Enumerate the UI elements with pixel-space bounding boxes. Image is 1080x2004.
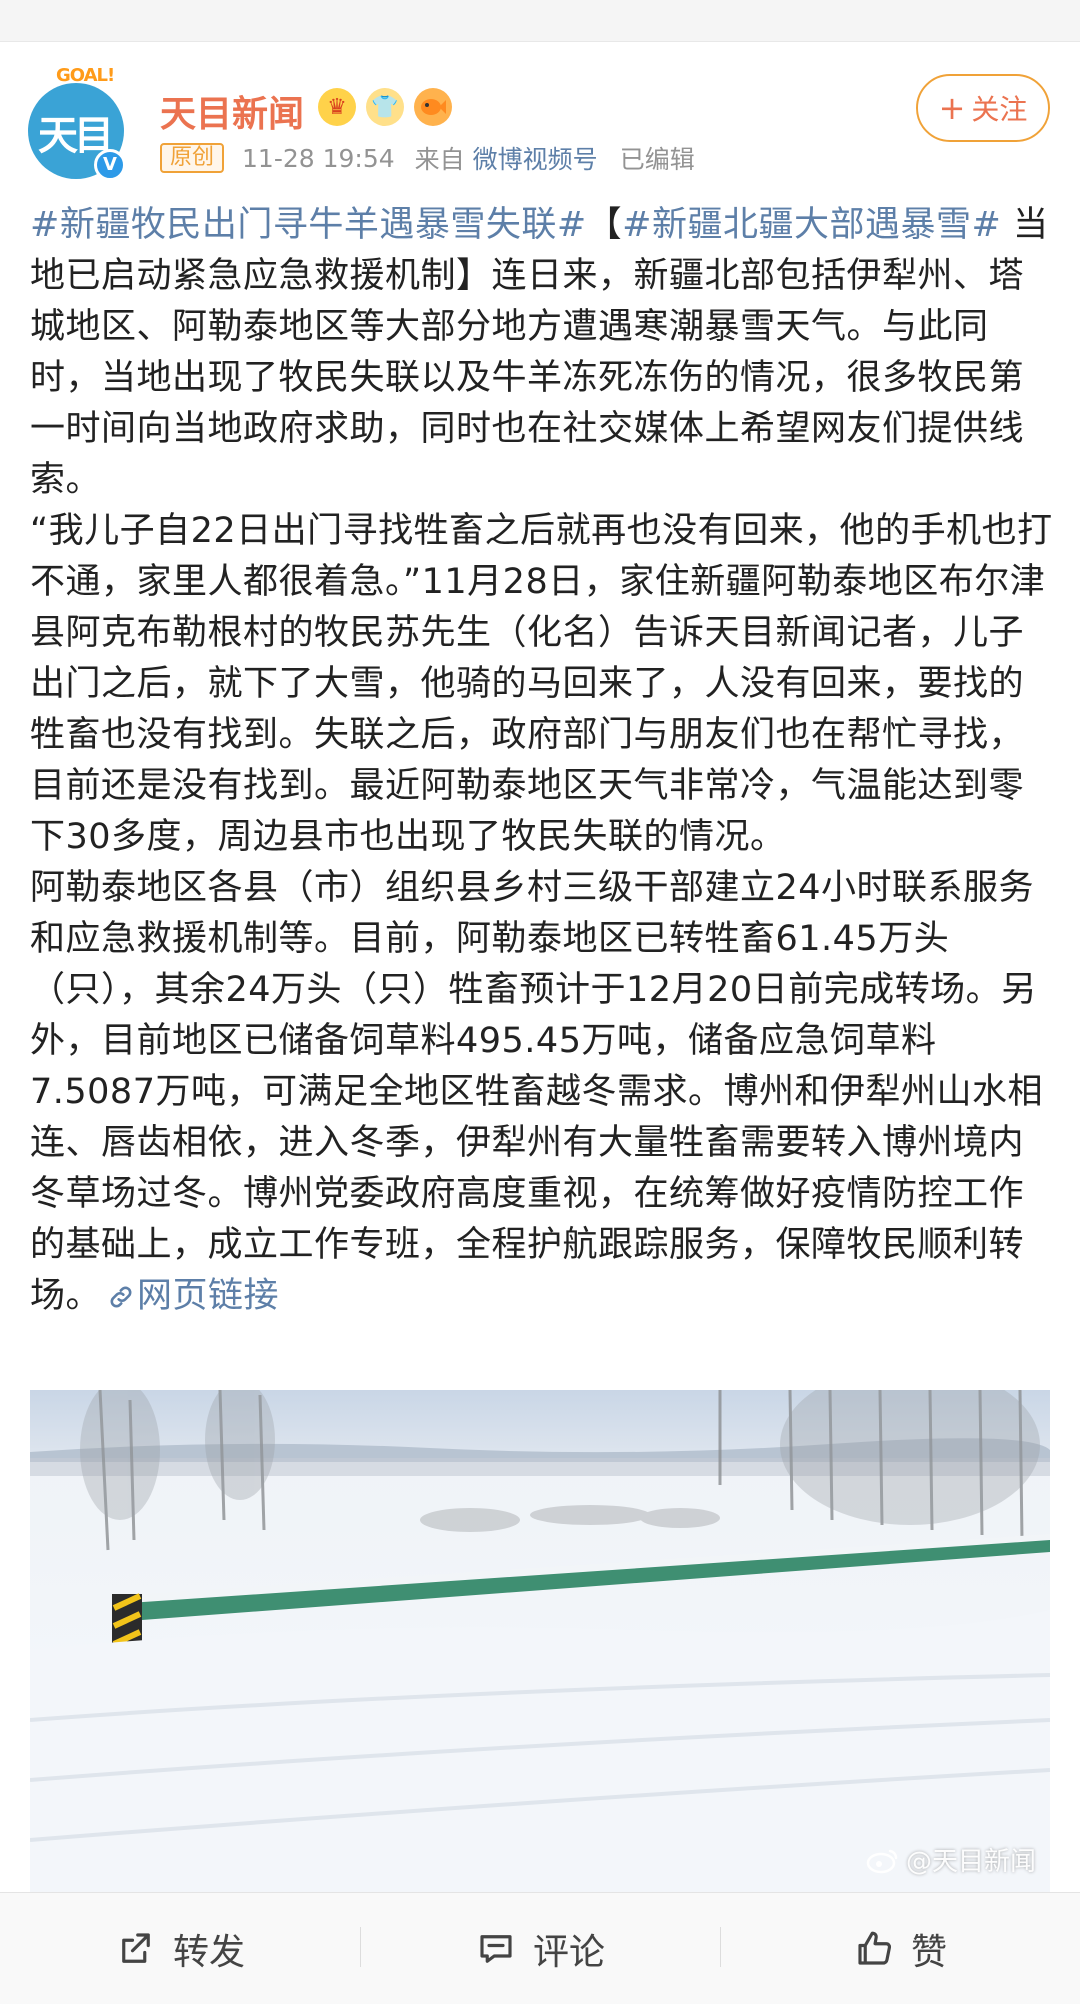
post-time: 11-28 19:54 [242,143,395,173]
avatar-goal-logo: GOAL! [56,65,115,86]
author-name[interactable]: 天目新闻 [160,85,304,137]
shirt-icon[interactable]: 👕 [366,88,404,126]
post-meta: 原创 11-28 19:54 来自 微博视频号 已编辑 [160,142,695,174]
top-status-strip [0,0,1080,42]
avatar[interactable]: 天目 GOAL! V [28,65,128,181]
bracket-open: 【 [586,205,623,245]
like-label: 赞 [910,1931,947,1973]
paragraph-2: “我儿子自22日出门寻找牲畜之后就再也没有回来，他的手机也打不通，家里人都很着急… [30,511,1053,857]
hashtag-link[interactable]: #新疆牧民出门寻牛羊遇暴雪失联# [30,205,587,245]
web-link[interactable]: 网页链接 [101,1276,279,1316]
paragraph-3-text: 阿勒泰地区各县（市）组织县乡村三级干部建立24小时联系服务和应急救援机制等。目前… [30,868,1043,1316]
action-bar: 转发 评论 赞 [0,1892,1080,2004]
like-button[interactable]: 赞 [720,1893,1080,2004]
thumbs-up-icon [858,1931,892,1965]
watermark-text: @天目新闻 [905,1847,1036,1877]
hashtag-link[interactable]: #新疆北疆大部遇暴雪# [622,205,1001,245]
comment-label: 评论 [532,1931,605,1973]
share-icon [122,1932,150,1963]
fish-icon[interactable] [414,88,452,126]
comment-icon [480,1934,512,1963]
repost-button[interactable]: 转发 [0,1893,360,2004]
follow-label: 关注 [971,93,1028,126]
weibo-logo-icon [866,1849,898,1873]
original-tag: 原创 [160,143,225,173]
post-source-link[interactable]: 微博视频号 [473,140,598,176]
post-content: #新疆牧民出门寻牛羊遇暴雪失联#【#新疆北疆大部遇暴雪# 当地已启动紧急应急救援… [30,200,1055,1322]
post-header: 天目 GOAL! V 天目新闻 ♛ 👕 原创 11-28 19:54 来自 微博… [0,60,1080,190]
paragraph-3: 阿勒泰地区各县（市）组织县乡村三级干部建立24小时联系服务和应急救援机制等。目前… [30,863,1055,1322]
image-watermark: @天目新闻 [866,1841,1036,1878]
from-label: 来自 [414,145,465,174]
web-link-label: 网页链接 [137,1276,280,1316]
snow-scene-image [30,1390,1050,1892]
follow-button[interactable]: + 关注 [916,74,1050,142]
plus-icon: + [938,89,966,127]
crown-icon[interactable]: ♛ [318,88,356,126]
comment-button[interactable]: 评论 [360,1893,720,2004]
repost-label: 转发 [172,1931,245,1973]
edited-label[interactable]: 已编辑 [620,140,695,176]
link-icon [110,1286,132,1308]
paragraph-1: #新疆牧民出门寻牛羊遇暴雪失联#【#新疆北疆大部遇暴雪# 当地已启动紧急应急救援… [30,200,1055,506]
author-badges: ♛ 👕 [318,88,452,128]
paragraph-1-text: 当地已启动紧急应急救援机制】连日来，新疆北部包括伊犁州、塔城地区、阿勒泰地区等大… [30,205,1049,500]
post-image[interactable]: @天目新闻 [30,1390,1050,1892]
verified-badge-icon: V [94,149,126,181]
